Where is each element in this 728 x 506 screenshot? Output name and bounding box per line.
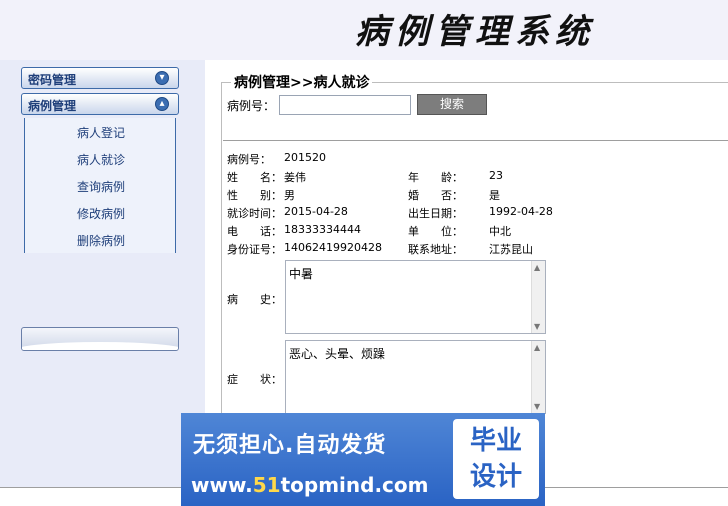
unit-label: 单 位： [408, 225, 463, 238]
chevron-up-circle-icon: ▴ [155, 97, 169, 111]
gender-value: 男 [284, 189, 295, 202]
submenu-patient-visit[interactable]: 病人就诊 [25, 151, 177, 168]
symptom-text: 恶心、头晕、烦躁 [289, 347, 386, 361]
phone-value: 18333334444 [284, 223, 361, 236]
submenu-query-case[interactable]: 查询病例 [25, 178, 177, 195]
address-value: 江苏昆山 [489, 243, 533, 256]
banner-url: www.51topmind.com [191, 473, 429, 497]
app-title: 病例管理系统 [355, 12, 595, 52]
visit-time-label: 就诊时间： [227, 207, 282, 220]
symptom-label: 症 状： [227, 373, 282, 386]
breadcrumb: 病例管理>>病人就诊 [231, 72, 373, 92]
banner-url-num: 51 [252, 473, 281, 497]
menu-label: 密码管理 [28, 73, 77, 87]
address-label: 联系地址： [408, 243, 463, 256]
menu-label: 病例管理 [28, 99, 77, 113]
submenu-edit-case[interactable]: 修改病例 [25, 205, 177, 222]
name-value: 姜伟 [284, 171, 306, 184]
age-value: 23 [489, 169, 503, 182]
banner-url-suffix: topmind.com [280, 473, 429, 497]
case-submenu: 病人登记 病人就诊 查询病例 修改病例 删除病例 [24, 118, 176, 253]
unit-value: 中北 [489, 225, 511, 238]
case-no-label: 病例号： [227, 153, 271, 166]
submenu-patient-register[interactable]: 病人登记 [25, 124, 177, 141]
scroll-down-icon[interactable]: ▼ [534, 322, 540, 331]
menu-password-management[interactable]: 密码管理 ▾ [21, 67, 179, 89]
chevron-down-circle-icon: ▾ [155, 71, 169, 85]
badge-line1: 毕业 [469, 426, 522, 456]
history-label: 病 史： [227, 293, 282, 306]
watermark-banner: 无须担心.自动发货 www.51topmind.com 毕业 设计 [181, 413, 545, 506]
history-textarea[interactable]: 中暑 ▲ ▼ [285, 260, 546, 334]
case-no-value: 201520 [284, 151, 326, 164]
scroll-down-icon[interactable]: ▼ [534, 402, 540, 411]
symptom-scrollbar[interactable]: ▲ ▼ [531, 341, 545, 413]
submenu-delete-case[interactable]: 删除病例 [25, 232, 177, 249]
banner-url-prefix: www. [191, 473, 253, 497]
banner-slogan: 无须担心.自动发货 [193, 433, 387, 458]
history-scrollbar[interactable]: ▲ ▼ [531, 261, 545, 333]
badge-line2: 设计 [469, 462, 522, 492]
divider [223, 140, 728, 141]
menu-case-management[interactable]: 病例管理 ▴ [21, 93, 179, 115]
married-label: 婚 否： [408, 189, 463, 202]
search-button[interactable]: 搜索 [417, 94, 487, 115]
fieldset-border-left [221, 82, 222, 442]
search-label: 病例号： [227, 99, 276, 113]
age-label: 年 龄： [408, 171, 463, 184]
history-text: 中暑 [289, 267, 314, 281]
birth-date-label: 出生日期： [408, 207, 463, 220]
scroll-up-icon[interactable]: ▲ [534, 343, 540, 352]
scroll-up-icon[interactable]: ▲ [534, 263, 540, 272]
case-number-input[interactable] [279, 95, 411, 115]
birth-date-value: 1992-04-28 [489, 205, 553, 218]
banner-badge: 毕业 设计 [453, 419, 539, 499]
gender-label: 性 别： [227, 189, 282, 202]
header: 病例管理系统 [0, 0, 728, 60]
name-label: 姓 名： [227, 171, 282, 184]
visit-time-value: 2015-04-28 [284, 205, 348, 218]
id-number-label: 身份证号： [227, 243, 282, 256]
id-number-value: 14062419920428 [284, 241, 382, 254]
symptom-textarea[interactable]: 恶心、头晕、烦躁 ▲ ▼ [285, 340, 546, 414]
phone-label: 电 话： [227, 225, 282, 238]
sidebar-bottom-panel [21, 327, 179, 351]
married-value: 是 [489, 189, 500, 202]
